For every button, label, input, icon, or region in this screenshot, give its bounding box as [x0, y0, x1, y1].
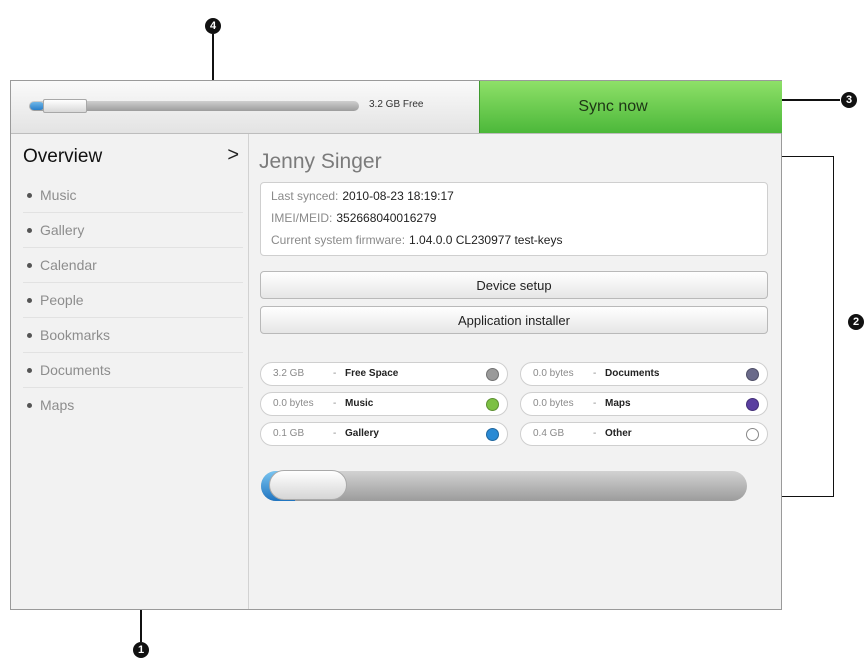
legend-size: 0.1 GB [273, 428, 305, 439]
imei-value: 352668040016279 [336, 211, 437, 225]
legend-dash: - [333, 428, 337, 439]
bullet-icon [27, 297, 32, 303]
sidebar-list: Music Gallery Calendar People Bookmarks … [23, 178, 243, 422]
bullet-icon [27, 367, 32, 373]
legend-name: Gallery [345, 428, 379, 439]
legend-size: 0.0 bytes [533, 398, 574, 409]
legend-name: Maps [605, 398, 631, 409]
legend-color-dot [746, 368, 759, 381]
sidebar-item-music[interactable]: Music [23, 178, 243, 213]
last-synced-value: 2010-08-23 18:19:17 [342, 189, 454, 203]
sidebar-item-people[interactable]: People [23, 283, 243, 318]
sidebar-item-label: Maps [40, 397, 75, 413]
legend-color-dot [746, 428, 759, 441]
legend-size: 3.2 GB [273, 368, 305, 379]
legend-size: 0.0 bytes [533, 368, 574, 379]
sidebar-item-label: Documents [40, 362, 111, 378]
legend-dash: - [333, 368, 337, 379]
callout-4: 4 [205, 18, 221, 34]
sidebar-item-label: Gallery [40, 222, 85, 238]
firmware-label: Current system firmware: [271, 233, 406, 247]
sync-now-button[interactable]: Sync now [479, 81, 782, 133]
bullet-icon [27, 192, 32, 198]
sidebar-item-overview[interactable]: Overview > [23, 144, 243, 172]
sidebar-item-gallery[interactable]: Gallery [23, 213, 243, 248]
legend-color-dot [486, 368, 499, 381]
imei-label: IMEI/MEID: [271, 211, 333, 225]
sidebar-item-label: Bookmarks [40, 327, 111, 343]
legend-size: 0.4 GB [533, 428, 565, 439]
sidebar-item-maps[interactable]: Maps [23, 388, 243, 422]
sidebar: Overview > Music Gallery Calendar People… [11, 134, 249, 609]
legend-dash: - [593, 398, 597, 409]
bullet-icon [27, 227, 32, 233]
legend-music: 0.0 bytes - Music [260, 392, 508, 416]
legend-dash: - [333, 398, 337, 409]
application-installer-button[interactable]: Application installer [260, 306, 768, 334]
legend-dash: - [593, 368, 597, 379]
legend-name: Free Space [345, 368, 399, 379]
device-info-box: Last synced: 2010-08-23 18:19:17 IMEI/MEI… [260, 182, 768, 256]
sidebar-item-bookmarks[interactable]: Bookmarks [23, 318, 243, 353]
overview-panel: Jenny Singer Last synced: 2010-08-23 18:1… [249, 134, 781, 609]
bullet-icon [27, 262, 32, 268]
legend-dash: - [593, 428, 597, 439]
storage-indicator: 3.2 GB Free [29, 95, 423, 115]
last-synced-row: Last synced: 2010-08-23 18:19:17 [271, 189, 454, 203]
device-name: Jenny Singer [259, 150, 382, 173]
sidebar-item-label: Calendar [40, 257, 97, 273]
sync-now-label: Sync now [578, 98, 648, 115]
legend-gallery: 0.1 GB - Gallery [260, 422, 508, 446]
sidebar-item-label: People [40, 292, 84, 308]
legend-other: 0.4 GB - Other [520, 422, 768, 446]
chevron-right-icon: > [227, 144, 239, 166]
storage-knob [43, 99, 87, 113]
legend-size: 0.0 bytes [273, 398, 314, 409]
imei-row: IMEI/MEID: 352668040016279 [271, 211, 436, 225]
sidebar-item-calendar[interactable]: Calendar [23, 248, 243, 283]
legend-color-dot [486, 398, 499, 411]
sync-window: 3.2 GB Free Sync now Overview > Music Ga… [10, 80, 782, 610]
top-bar: 3.2 GB Free Sync now [11, 81, 782, 134]
bullet-icon [27, 332, 32, 338]
legend-maps: 0.0 bytes - Maps [520, 392, 768, 416]
callout-1: 1 [133, 642, 149, 658]
legend-name: Music [345, 398, 374, 409]
sidebar-item-documents[interactable]: Documents [23, 353, 243, 388]
storage-free-label: 3.2 GB Free [369, 99, 424, 110]
callout-2-bracket [782, 156, 834, 497]
storage-used-fill [30, 102, 44, 110]
legend-name: Other [605, 428, 632, 439]
legend-free-space: 3.2 GB - Free Space [260, 362, 508, 386]
device-setup-button[interactable]: Device setup [260, 271, 768, 299]
legend-name: Documents [605, 368, 660, 379]
storage-usage-knob [269, 470, 347, 500]
firmware-value: 1.04.0.0 CL230977 test-keys [409, 233, 563, 247]
callout-2: 2 [848, 314, 864, 330]
firmware-row: Current system firmware: 1.04.0.0 CL23097… [271, 233, 562, 247]
legend-color-dot [486, 428, 499, 441]
bullet-icon [27, 402, 32, 408]
legend-color-dot [746, 398, 759, 411]
overview-label: Overview [23, 146, 103, 167]
callout-3: 3 [841, 92, 857, 108]
legend-documents: 0.0 bytes - Documents [520, 362, 768, 386]
last-synced-label: Last synced: [271, 189, 339, 203]
sidebar-item-label: Music [40, 187, 77, 203]
